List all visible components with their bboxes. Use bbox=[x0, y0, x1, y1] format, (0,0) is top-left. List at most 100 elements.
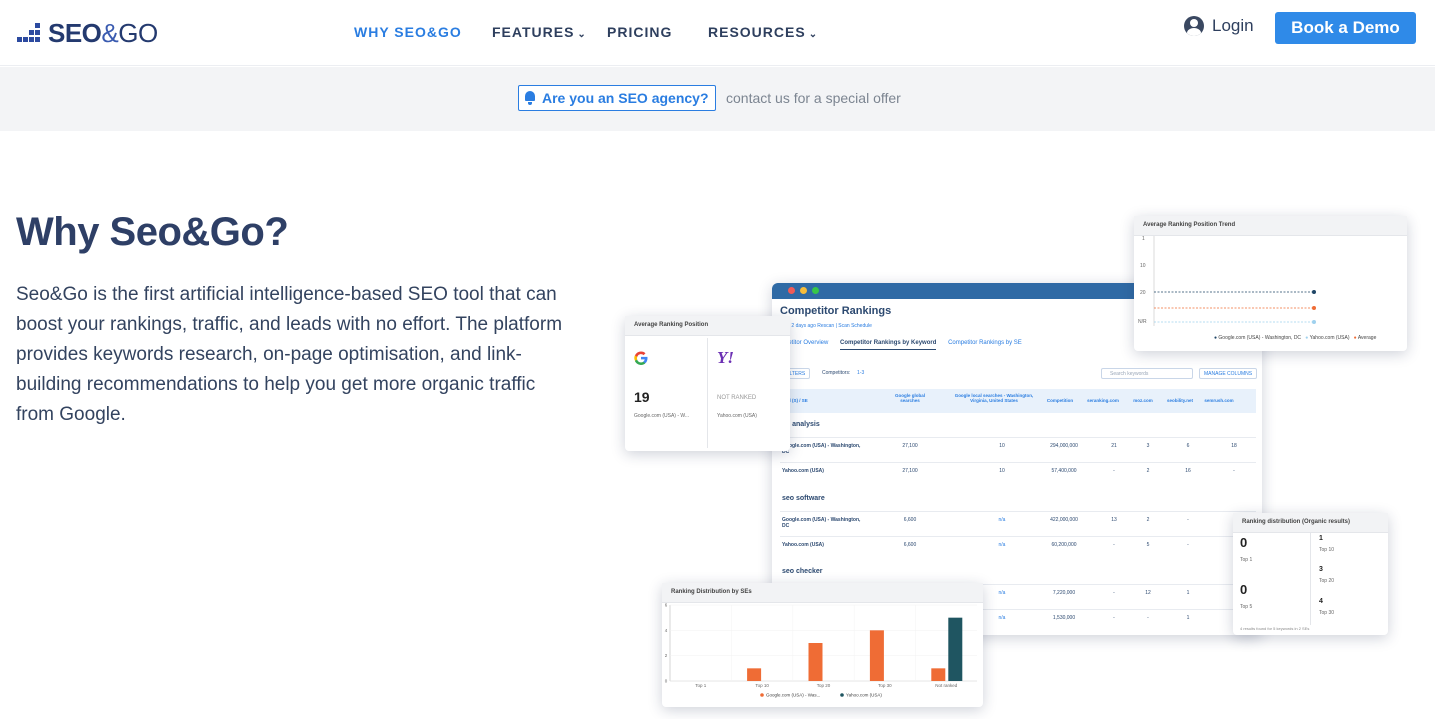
legend-swatch bbox=[760, 693, 764, 697]
card-title: Average Ranking Position bbox=[634, 322, 709, 328]
top30-label: Top 30 bbox=[1319, 610, 1335, 616]
logo-bars-icon bbox=[16, 21, 40, 45]
nav-pricing[interactable]: PRICING bbox=[607, 24, 672, 40]
col-competition: Competition bbox=[1046, 398, 1074, 403]
manage-columns-button[interactable]: MANAGE COLUMNS bbox=[1199, 368, 1258, 379]
top5-value: 0 bbox=[1240, 582, 1248, 597]
google-icon bbox=[633, 350, 649, 366]
tab-by-se[interactable]: Competitor Rankings by SE bbox=[948, 340, 1022, 346]
top1-label: Top 1 bbox=[1240, 557, 1253, 563]
ranking-distribution-card: Ranking distribution (Organic results) 0… bbox=[1233, 513, 1388, 635]
login-link[interactable]: Login bbox=[1184, 16, 1254, 36]
bar-google bbox=[931, 668, 946, 681]
ranking-by-se-chart-card: Ranking Distribution by SEs 0 2 4 6 Top 1 Top… bbox=[662, 583, 983, 707]
card-header: Ranking Distribution by SEs bbox=[662, 583, 983, 603]
row-cell: n/a bbox=[998, 590, 1006, 596]
table-header: word (S) / SE Google global searches Goo… bbox=[780, 389, 1256, 413]
logo[interactable]: SEO&GO bbox=[16, 19, 158, 47]
competitors-select[interactable]: 1-3 bbox=[857, 370, 864, 376]
top20-label: Top 20 bbox=[1319, 578, 1335, 584]
yahoo-rank-label: Yahoo.com (USA) bbox=[717, 413, 757, 419]
row-search-engine: Yahoo.com (USA) bbox=[782, 468, 824, 474]
y-tick: N/R bbox=[1138, 319, 1147, 325]
nav-why-seogo[interactable]: WHY SEO&GO bbox=[354, 24, 462, 40]
tab-by-keyword[interactable]: Competitor Rankings by Keyword bbox=[840, 340, 937, 350]
row-cell: 2 bbox=[1146, 517, 1150, 523]
row-cell: 1,530,000 bbox=[1052, 615, 1076, 621]
trend-plot bbox=[1153, 236, 1316, 326]
col-local: Google local searches - Washington, Virg… bbox=[954, 393, 1034, 403]
average-ranking-card: Average Ranking Position Y! 19 Google.co… bbox=[625, 316, 790, 451]
row-search-engine: Google.com (USA) - Washington, DC bbox=[782, 443, 861, 455]
promo-banner: Are you an SEO agency? contact us for a … bbox=[0, 67, 1435, 131]
card-header: Average Ranking Position bbox=[625, 316, 790, 336]
x-tick-label: Top 30 bbox=[878, 683, 892, 688]
y-tick-label: 0 bbox=[665, 679, 668, 684]
row-cell: 18 bbox=[1231, 443, 1237, 449]
agency-badge-label: Are you an SEO agency? bbox=[542, 90, 709, 106]
login-label: Login bbox=[1212, 16, 1254, 35]
row-cell: 27,100 bbox=[902, 443, 918, 449]
x-tick-label: Not ranked bbox=[935, 683, 958, 688]
keyword-group-title[interactable]: seo software bbox=[782, 495, 825, 502]
google-rank: 19 bbox=[634, 389, 650, 405]
bar-google bbox=[808, 643, 823, 681]
top10-label: Top 10 bbox=[1319, 547, 1335, 553]
book-demo-button[interactable]: Book a Demo bbox=[1275, 12, 1416, 44]
bar-google bbox=[869, 630, 884, 681]
row-search-engine: Yahoo.com (USA) bbox=[782, 542, 824, 548]
row-cell: 16 bbox=[1185, 468, 1191, 474]
row-cell: 6,600 bbox=[903, 542, 917, 548]
nav-resources[interactable]: RESOURCES ⌄ bbox=[708, 24, 818, 40]
card-header: Average Ranking Position Trend bbox=[1134, 216, 1407, 236]
legend-swatch bbox=[840, 693, 844, 697]
row-cell: - bbox=[1147, 615, 1149, 621]
row-divider bbox=[780, 511, 1256, 512]
scan-info: rned 2 days ago Rescan | Scan Schedule bbox=[780, 323, 872, 329]
row-divider bbox=[780, 437, 1256, 438]
col-semrush: semrush.com bbox=[1204, 398, 1234, 403]
hero-title: Why Seo&Go? bbox=[16, 210, 289, 254]
divider bbox=[1310, 533, 1311, 625]
promo-text: contact us for a special offer bbox=[726, 90, 901, 106]
top5-label: Top 5 bbox=[1240, 604, 1253, 610]
top30-value: 4 bbox=[1319, 598, 1323, 605]
row-cell: 13 bbox=[1111, 517, 1117, 523]
chevron-down-icon: ⌄ bbox=[577, 29, 587, 40]
y-tick-label: 4 bbox=[665, 628, 668, 633]
nav-features[interactable]: FEATURES ⌄ bbox=[492, 24, 587, 40]
row-cell: n/a bbox=[998, 542, 1006, 548]
row-cell: - bbox=[1187, 542, 1189, 548]
yahoo-rank: NOT RANKED bbox=[717, 395, 757, 401]
row-cell: 1 bbox=[1186, 590, 1190, 596]
card-header: Ranking distribution (Organic results) bbox=[1233, 513, 1388, 533]
row-cell: n/a bbox=[998, 615, 1006, 621]
row-cell: 1 bbox=[1186, 615, 1190, 621]
site-header: SEO&GO WHY SEO&GO FEATURES ⌄ PRICING RESO… bbox=[0, 0, 1435, 66]
col-seobility: seobility.net bbox=[1167, 398, 1193, 403]
x-tick-label: Top 20 bbox=[817, 683, 831, 688]
keyword-group-title[interactable]: seo checker bbox=[782, 568, 822, 575]
row-cell: 10 bbox=[999, 468, 1005, 474]
y-tick: 20 bbox=[1140, 290, 1146, 296]
legend-yahoo: Yahoo.com (USA) bbox=[1309, 335, 1350, 341]
col-seranking: seranking.com bbox=[1087, 398, 1119, 403]
y-tick-label: 6 bbox=[665, 603, 668, 608]
row-cell: - bbox=[1113, 468, 1115, 474]
card-title: Ranking Distribution by SEs bbox=[671, 589, 752, 595]
row-cell: - bbox=[1113, 542, 1115, 548]
agency-badge-button[interactable]: Are you an SEO agency? bbox=[518, 85, 716, 111]
keyword-search-input[interactable]: Search keywords bbox=[1101, 368, 1193, 379]
bar-chart: 0 2 4 6 Top 1 Top 10 Top 20 Top 30 Not ranked Goo… bbox=[665, 603, 977, 698]
y-tick: 10 bbox=[1140, 263, 1146, 269]
x-tick-label: Top 1 bbox=[695, 683, 707, 688]
user-icon bbox=[1184, 16, 1204, 36]
row-search-engine: Google.com (USA) - Washington, DC bbox=[782, 517, 861, 529]
table-toolbar: FILTERS Competitors: 1-3 Search keywords… bbox=[780, 368, 1258, 380]
y-tick: 1 bbox=[1142, 236, 1145, 242]
row-cell: 57,400,000 bbox=[1051, 468, 1077, 474]
row-cell: 12 bbox=[1145, 590, 1151, 596]
row-cell: 27,100 bbox=[902, 468, 918, 474]
col-moz: moz.com bbox=[1133, 398, 1153, 403]
bell-icon bbox=[524, 91, 536, 105]
